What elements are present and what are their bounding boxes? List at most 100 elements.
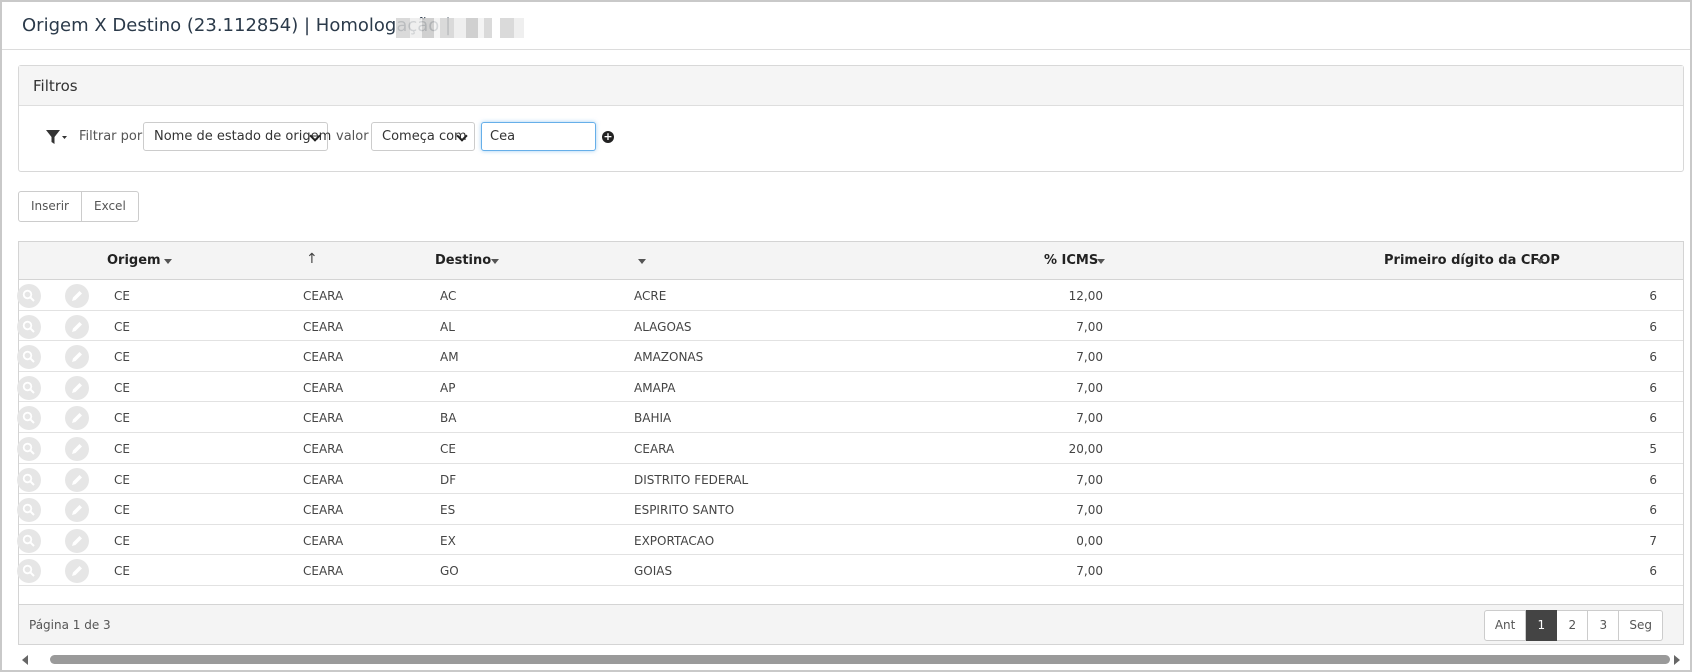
column-header-icms[interactable]: % ICMS: [1044, 253, 1098, 268]
cell-uf-destino: ES: [440, 503, 456, 518]
table-row: CE CEARA AM AMAZONAS 7,00 6: [17, 341, 1683, 372]
filter-field-select[interactable]: Nome de estado de origem: [143, 122, 331, 151]
scroll-left-icon[interactable]: [22, 655, 28, 665]
cell-icms: 7,00: [1076, 380, 1103, 395]
cell-icms: 7,00: [1076, 350, 1103, 365]
magnifier-icon[interactable]: [17, 314, 41, 339]
funnel-icon[interactable]: [46, 129, 68, 145]
table-row: CE CEARA BA BAHIA 7,00 6: [17, 402, 1683, 433]
cell-nome-destino: BAHIA: [634, 411, 672, 426]
cell-nome-destino: DISTRITO FEDERAL: [634, 472, 749, 487]
plus-circle-icon[interactable]: +: [602, 131, 614, 143]
cell-uf-destino: AM: [440, 350, 459, 365]
cell-uf-destino: DF: [440, 472, 457, 487]
cell-uf-destino: AL: [440, 319, 455, 334]
pencil-icon[interactable]: [65, 528, 89, 553]
next-page-button[interactable]: Seg: [1619, 610, 1663, 641]
cell-cfop: 6: [1649, 564, 1657, 579]
pencil-icon[interactable]: [65, 437, 89, 461]
pencil-icon[interactable]: [65, 375, 89, 400]
cell-nome-destino: ESPIRITO SANTO: [634, 503, 735, 518]
sort-caret-icon[interactable]: [164, 259, 172, 264]
horizontal-scrollbar[interactable]: [18, 652, 1684, 666]
page-info: Página 1 de 3: [29, 618, 111, 632]
filters-panel-title: Filtros: [19, 66, 1683, 106]
pencil-icon[interactable]: [65, 314, 89, 339]
filter-value-input[interactable]: Cea: [481, 122, 596, 151]
table-row: CE CEARA AP AMAPA 7,00 6: [17, 372, 1683, 403]
magnifier-icon[interactable]: [17, 284, 41, 308]
cell-uf-origem: CE: [114, 411, 130, 426]
cell-icms: 12,00: [1068, 289, 1103, 303]
cell-uf-origem: CE: [114, 380, 130, 395]
sort-caret-icon[interactable]: [1097, 259, 1105, 264]
cell-uf-origem: CE: [114, 564, 130, 579]
table-row: CE CEARA CE CEARA 20,00 5: [17, 433, 1683, 464]
redacted-text: [396, 18, 492, 38]
page-title: Origem X Destino (23.112854) | Homologaç…: [22, 15, 452, 36]
table-row: CE CEARA AC ACRE 12,00 6: [17, 280, 1683, 311]
operator-select-value: Começa com: [382, 129, 467, 144]
cell-cfop: 6: [1649, 472, 1657, 487]
cell-nome-origem: CEARA: [303, 503, 344, 518]
cell-icms: 7,00: [1076, 411, 1103, 426]
cell-uf-destino: CE: [440, 442, 456, 456]
column-header-origem[interactable]: Origem: [107, 253, 161, 268]
pencil-icon[interactable]: [65, 284, 89, 308]
pencil-icon[interactable]: [65, 498, 89, 523]
cell-uf-origem: CE: [114, 472, 130, 487]
cell-cfop: 6: [1649, 411, 1657, 426]
insert-button[interactable]: Inserir: [18, 191, 82, 222]
magnifier-icon[interactable]: [17, 375, 41, 400]
sort-ascending-icon[interactable]: ↑: [306, 251, 318, 267]
cell-nome-destino: EXPORTACAO: [634, 533, 715, 548]
cell-cfop: 6: [1649, 380, 1657, 395]
toolbar: Inserir Excel: [18, 191, 139, 222]
cell-nome-destino: CEARA: [634, 442, 675, 456]
cell-uf-destino: BA: [440, 411, 457, 426]
cell-uf-destino: GO: [440, 564, 459, 579]
magnifier-icon[interactable]: [17, 345, 41, 370]
cell-cfop: 6: [1649, 289, 1657, 303]
table-row: CE CEARA ES ESPIRITO SANTO 7,00 6: [17, 494, 1683, 525]
pencil-icon[interactable]: [65, 467, 89, 492]
page-button-3[interactable]: 3: [1588, 610, 1620, 641]
cell-nome-destino: ALAGOAS: [634, 319, 692, 334]
magnifier-icon[interactable]: [17, 406, 41, 431]
cell-uf-origem: CE: [114, 442, 130, 456]
page-header: Origem X Destino (23.112854) | Homologaç…: [2, 2, 1690, 50]
page-button-1[interactable]: 1: [1526, 610, 1558, 641]
magnifier-icon[interactable]: [17, 528, 41, 553]
sort-caret-icon[interactable]: [1536, 259, 1544, 264]
value-label: valor: [336, 129, 369, 144]
column-header-destino[interactable]: Destino: [435, 253, 491, 268]
sort-caret-icon[interactable]: [491, 259, 499, 264]
cell-nome-origem: CEARA: [303, 472, 344, 487]
column-header-cfop[interactable]: Primeiro dígito da CFOP: [1384, 253, 1560, 268]
operator-select[interactable]: Começa com: [371, 122, 475, 151]
magnifier-icon[interactable]: [17, 437, 41, 461]
cell-uf-destino: AP: [440, 380, 456, 395]
magnifier-icon[interactable]: [17, 467, 41, 492]
magnifier-icon[interactable]: [17, 498, 41, 523]
cell-nome-origem: CEARA: [303, 411, 344, 426]
page-button-2[interactable]: 2: [1557, 610, 1589, 641]
cell-cfop: 6: [1649, 319, 1657, 334]
prev-page-button[interactable]: Ant: [1483, 610, 1527, 641]
cell-nome-destino: GOIAS: [634, 564, 673, 579]
redacted-text: [500, 18, 524, 38]
scroll-right-icon[interactable]: [1674, 655, 1680, 665]
cell-uf-origem: CE: [114, 533, 130, 548]
cell-uf-destino: AC: [440, 289, 457, 303]
cell-uf-origem: CE: [114, 503, 130, 518]
pencil-icon[interactable]: [65, 559, 89, 584]
grid-footer: Página 1 de 3 Ant 1 2 3 Seg: [19, 604, 1683, 644]
magnifier-icon[interactable]: [17, 559, 41, 584]
excel-button[interactable]: Excel: [81, 191, 139, 222]
scrollbar-thumb[interactable]: [50, 655, 1670, 664]
pencil-icon[interactable]: [65, 406, 89, 431]
pencil-icon[interactable]: [65, 345, 89, 370]
table-row: CE CEARA DF DISTRITO FEDERAL 7,00 6: [17, 464, 1683, 495]
cell-cfop: 6: [1649, 503, 1657, 518]
sort-caret-icon[interactable]: [638, 259, 646, 264]
